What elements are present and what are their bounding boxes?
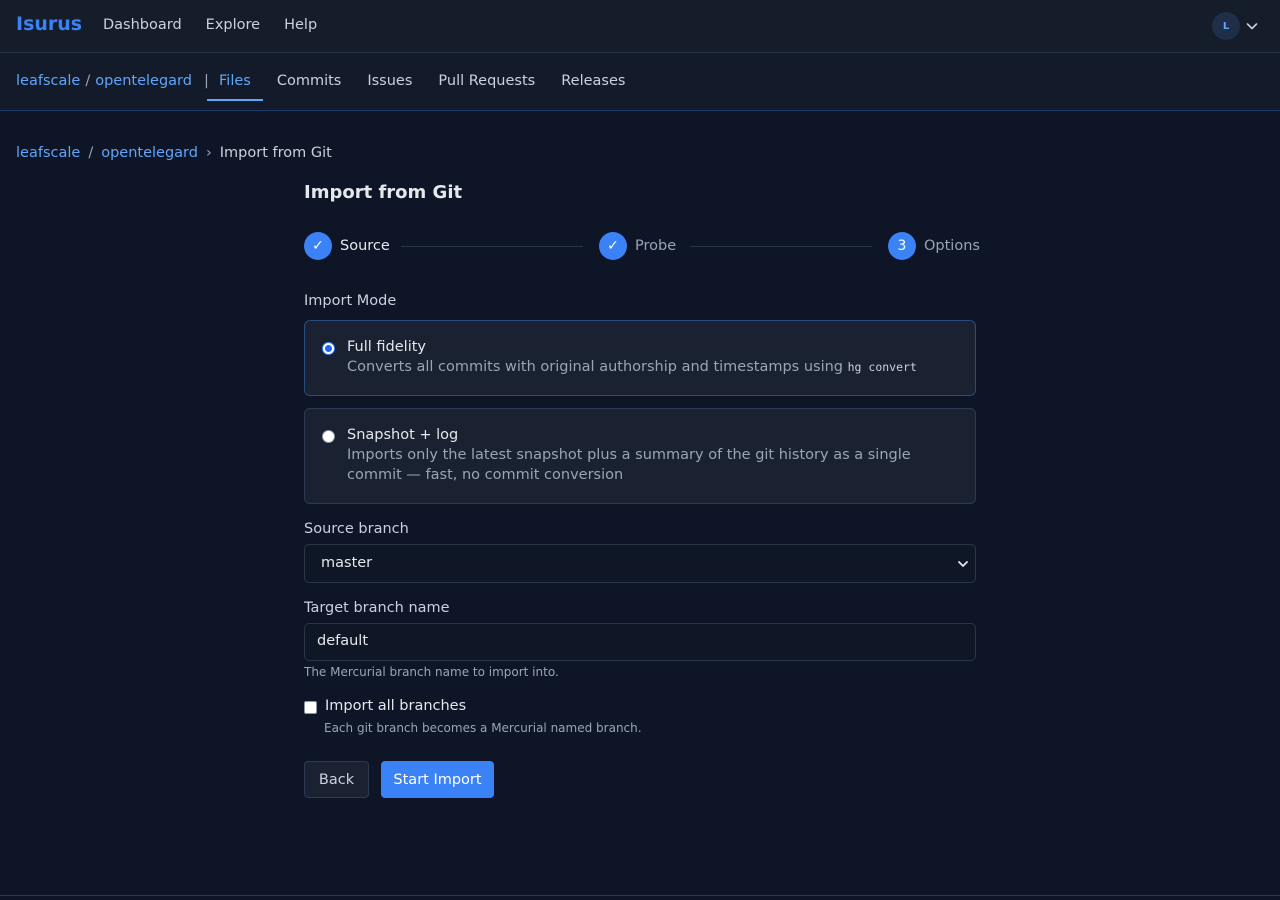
tab-releases[interactable]: Releases — [549, 53, 637, 101]
step-label: Options — [924, 238, 980, 254]
breadcrumb-separator: / — [88, 145, 94, 161]
nav-explore[interactable]: Explore — [206, 17, 260, 33]
step-connector — [690, 246, 872, 247]
tab-files[interactable]: Files — [207, 53, 263, 101]
step-number: 3 — [888, 232, 916, 260]
target-branch-input[interactable]: default — [304, 623, 976, 661]
step-probe: ✓ Probe — [599, 232, 676, 260]
breadcrumb-chevron: › — [205, 145, 212, 161]
breadcrumb: leafscale / opentelegard › Import from Git — [16, 145, 332, 161]
source-branch-select[interactable]: master — [304, 544, 976, 583]
radio-full-fidelity[interactable] — [322, 342, 335, 355]
option-description: Imports only the latest snapshot plus a … — [347, 447, 911, 483]
step-source: ✓ Source — [304, 232, 390, 260]
step-connector — [401, 246, 583, 247]
chevron-down-icon — [1246, 23, 1258, 30]
tab-issues[interactable]: Issues — [355, 53, 424, 101]
source-branch-label: Source branch — [304, 521, 409, 537]
tab-commits[interactable]: Commits — [265, 53, 354, 101]
option-code: hg convert — [847, 360, 917, 374]
option-title: Snapshot + log — [347, 427, 459, 443]
import-all-hint: Each git branch becomes a Mercurial name… — [324, 721, 642, 735]
target-branch-hint: The Mercurial branch name to import into… — [304, 665, 559, 679]
start-import-button[interactable]: Start Import — [381, 761, 494, 798]
breadcrumb-repo[interactable]: opentelegard — [101, 145, 198, 161]
mode-option-full-fidelity[interactable]: Full fidelity Converts all commits with … — [304, 320, 976, 396]
breadcrumb-owner[interactable]: leafscale — [16, 145, 80, 161]
avatar[interactable]: L — [1212, 12, 1240, 40]
mode-option-snapshot[interactable]: Snapshot + log Imports only the latest s… — [304, 408, 976, 504]
nav-help[interactable]: Help — [284, 17, 317, 33]
step-options: 3 Options — [888, 232, 980, 260]
step-label: Probe — [635, 238, 677, 254]
import-mode-label: Import Mode — [304, 293, 397, 309]
check-icon: ✓ — [599, 232, 627, 260]
target-branch-value: default — [317, 633, 369, 649]
import-all-label[interactable]: Import all branches — [325, 698, 466, 714]
step-label: Source — [340, 238, 390, 254]
import-all-checkbox[interactable] — [304, 701, 317, 714]
breadcrumb-current: Import from Git — [219, 145, 332, 161]
source-branch-value: master — [321, 555, 373, 571]
path-separator: / — [85, 73, 91, 89]
repo-owner-link[interactable]: leafscale — [16, 73, 80, 89]
radio-snapshot[interactable] — [322, 430, 335, 443]
app-logo[interactable]: Isurus — [16, 13, 82, 35]
back-button[interactable]: Back — [304, 761, 369, 798]
stepper: ✓ Source ✓ Probe 3 Options — [304, 232, 980, 260]
option-description: Converts all commits with original autho… — [347, 359, 917, 375]
top-navbar: Isurus Dashboard Explore Help L — [0, 0, 1280, 53]
repo-tabs: Files Commits Issues Pull Requests Relea… — [207, 53, 639, 111]
footer-divider — [0, 895, 1280, 896]
page-title: Import from Git — [304, 182, 463, 203]
user-menu[interactable]: L — [1212, 12, 1260, 40]
tab-pull-requests[interactable]: Pull Requests — [426, 53, 547, 101]
repo-name-link[interactable]: opentelegard — [95, 73, 192, 89]
import-form: Import from Git ✓ Source ✓ Probe 3 Optio… — [304, 182, 980, 798]
nav-dashboard[interactable]: Dashboard — [103, 17, 182, 33]
repo-path: leafscale / opentelegard | — [16, 73, 209, 89]
check-icon: ✓ — [304, 232, 332, 260]
option-title: Full fidelity — [347, 339, 426, 355]
target-branch-label: Target branch name — [304, 600, 450, 616]
main-nav: Dashboard Explore Help — [103, 17, 317, 33]
chevron-down-icon — [958, 561, 968, 567]
repo-header: leafscale / opentelegard | Files Commits Is… — [0, 53, 1280, 111]
